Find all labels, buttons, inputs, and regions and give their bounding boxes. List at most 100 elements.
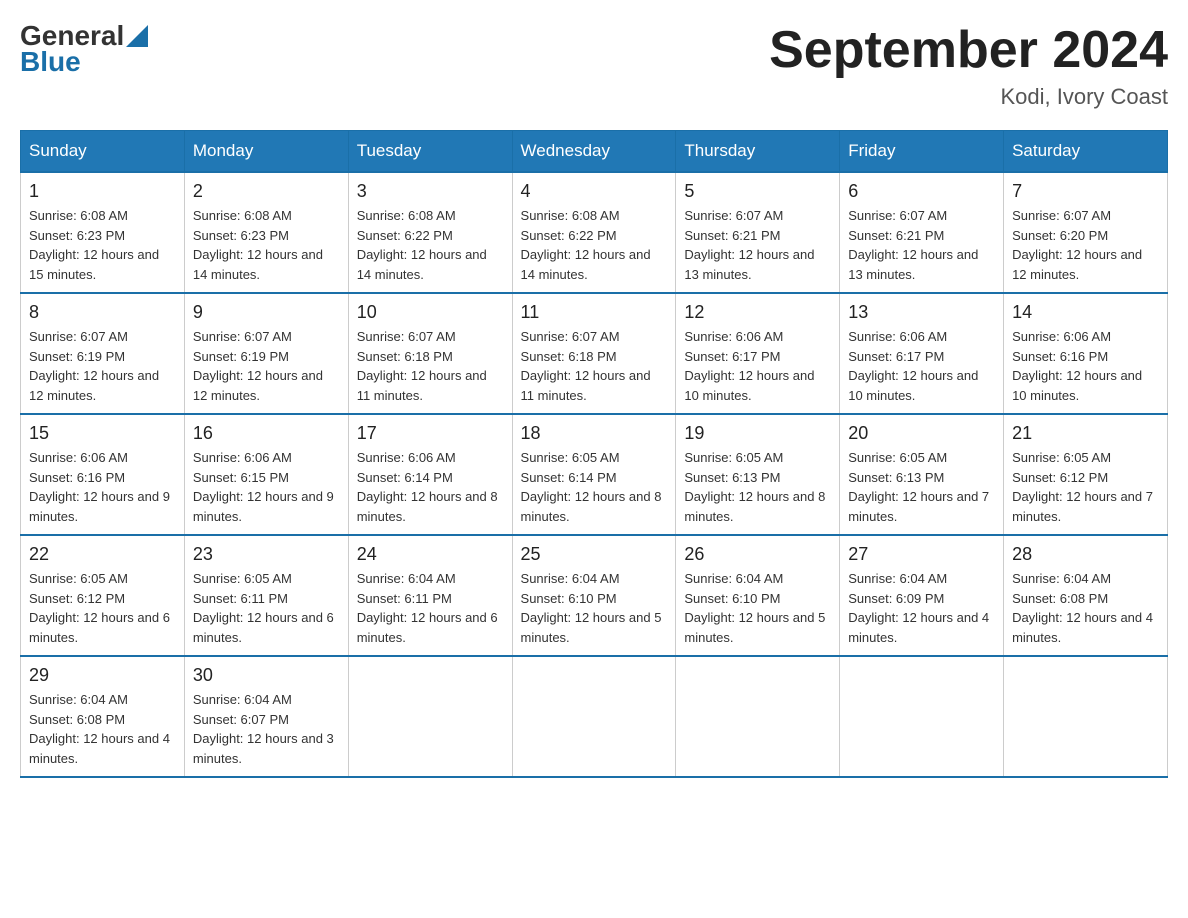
- day-number: 29: [29, 665, 176, 686]
- sunset-label: Sunset: 6:12 PM: [29, 591, 125, 606]
- daylight-label: Daylight: 12 hours and 12 minutes.: [193, 368, 323, 403]
- day-info: Sunrise: 6:05 AM Sunset: 6:13 PM Dayligh…: [684, 448, 831, 526]
- week-row-2: 8 Sunrise: 6:07 AM Sunset: 6:19 PM Dayli…: [21, 293, 1168, 414]
- sunrise-label: Sunrise: 6:07 AM: [29, 329, 128, 344]
- day-info: Sunrise: 6:06 AM Sunset: 6:15 PM Dayligh…: [193, 448, 340, 526]
- daylight-label: Daylight: 12 hours and 11 minutes.: [521, 368, 651, 403]
- day-info: Sunrise: 6:07 AM Sunset: 6:21 PM Dayligh…: [684, 206, 831, 284]
- table-row: 30 Sunrise: 6:04 AM Sunset: 6:07 PM Dayl…: [184, 656, 348, 777]
- week-row-5: 29 Sunrise: 6:04 AM Sunset: 6:08 PM Dayl…: [21, 656, 1168, 777]
- logo: General Blue: [20, 20, 148, 78]
- day-info: Sunrise: 6:04 AM Sunset: 6:08 PM Dayligh…: [1012, 569, 1159, 647]
- sunrise-label: Sunrise: 6:05 AM: [521, 450, 620, 465]
- sunset-label: Sunset: 6:17 PM: [684, 349, 780, 364]
- daylight-label: Daylight: 12 hours and 12 minutes.: [1012, 247, 1142, 282]
- calendar-subtitle: Kodi, Ivory Coast: [769, 84, 1168, 110]
- sunrise-label: Sunrise: 6:06 AM: [29, 450, 128, 465]
- table-row: 25 Sunrise: 6:04 AM Sunset: 6:10 PM Dayl…: [512, 535, 676, 656]
- day-info: Sunrise: 6:04 AM Sunset: 6:11 PM Dayligh…: [357, 569, 504, 647]
- sunset-label: Sunset: 6:16 PM: [29, 470, 125, 485]
- sunrise-label: Sunrise: 6:04 AM: [848, 571, 947, 586]
- day-info: Sunrise: 6:08 AM Sunset: 6:23 PM Dayligh…: [29, 206, 176, 284]
- sunrise-label: Sunrise: 6:05 AM: [848, 450, 947, 465]
- day-number: 25: [521, 544, 668, 565]
- sunset-label: Sunset: 6:08 PM: [1012, 591, 1108, 606]
- sunrise-label: Sunrise: 6:04 AM: [357, 571, 456, 586]
- table-row: 21 Sunrise: 6:05 AM Sunset: 6:12 PM Dayl…: [1004, 414, 1168, 535]
- day-number: 20: [848, 423, 995, 444]
- day-info: Sunrise: 6:05 AM Sunset: 6:14 PM Dayligh…: [521, 448, 668, 526]
- day-info: Sunrise: 6:06 AM Sunset: 6:16 PM Dayligh…: [29, 448, 176, 526]
- daylight-label: Daylight: 12 hours and 12 minutes.: [29, 368, 159, 403]
- day-number: 24: [357, 544, 504, 565]
- header-monday: Monday: [184, 131, 348, 173]
- day-number: 10: [357, 302, 504, 323]
- day-info: Sunrise: 6:08 AM Sunset: 6:22 PM Dayligh…: [357, 206, 504, 284]
- table-row: [840, 656, 1004, 777]
- daylight-label: Daylight: 12 hours and 11 minutes.: [357, 368, 487, 403]
- daylight-label: Daylight: 12 hours and 7 minutes.: [1012, 489, 1153, 524]
- day-number: 19: [684, 423, 831, 444]
- daylight-label: Daylight: 12 hours and 7 minutes.: [848, 489, 989, 524]
- table-row: [512, 656, 676, 777]
- sunset-label: Sunset: 6:15 PM: [193, 470, 289, 485]
- sunrise-label: Sunrise: 6:05 AM: [1012, 450, 1111, 465]
- page-header: General Blue September 2024 Kodi, Ivory …: [20, 20, 1168, 110]
- sunrise-label: Sunrise: 6:04 AM: [521, 571, 620, 586]
- header-tuesday: Tuesday: [348, 131, 512, 173]
- week-row-4: 22 Sunrise: 6:05 AM Sunset: 6:12 PM Dayl…: [21, 535, 1168, 656]
- table-row: 27 Sunrise: 6:04 AM Sunset: 6:09 PM Dayl…: [840, 535, 1004, 656]
- day-info: Sunrise: 6:04 AM Sunset: 6:08 PM Dayligh…: [29, 690, 176, 768]
- daylight-label: Daylight: 12 hours and 14 minutes.: [193, 247, 323, 282]
- day-number: 4: [521, 181, 668, 202]
- sunrise-label: Sunrise: 6:06 AM: [357, 450, 456, 465]
- day-number: 14: [1012, 302, 1159, 323]
- sunset-label: Sunset: 6:10 PM: [684, 591, 780, 606]
- sunset-label: Sunset: 6:19 PM: [29, 349, 125, 364]
- table-row: 11 Sunrise: 6:07 AM Sunset: 6:18 PM Dayl…: [512, 293, 676, 414]
- sunset-label: Sunset: 6:11 PM: [193, 591, 288, 606]
- day-number: 2: [193, 181, 340, 202]
- table-row: 22 Sunrise: 6:05 AM Sunset: 6:12 PM Dayl…: [21, 535, 185, 656]
- sunrise-label: Sunrise: 6:04 AM: [29, 692, 128, 707]
- daylight-label: Daylight: 12 hours and 14 minutes.: [521, 247, 651, 282]
- day-info: Sunrise: 6:05 AM Sunset: 6:11 PM Dayligh…: [193, 569, 340, 647]
- sunset-label: Sunset: 6:14 PM: [521, 470, 617, 485]
- day-info: Sunrise: 6:04 AM Sunset: 6:10 PM Dayligh…: [521, 569, 668, 647]
- daylight-label: Daylight: 12 hours and 4 minutes.: [1012, 610, 1153, 645]
- sunrise-label: Sunrise: 6:06 AM: [848, 329, 947, 344]
- header-thursday: Thursday: [676, 131, 840, 173]
- calendar-table: Sunday Monday Tuesday Wednesday Thursday…: [20, 130, 1168, 778]
- daylight-label: Daylight: 12 hours and 13 minutes.: [848, 247, 978, 282]
- daylight-label: Daylight: 12 hours and 5 minutes.: [684, 610, 825, 645]
- sunrise-label: Sunrise: 6:08 AM: [521, 208, 620, 223]
- day-number: 28: [1012, 544, 1159, 565]
- day-number: 26: [684, 544, 831, 565]
- day-number: 30: [193, 665, 340, 686]
- daylight-label: Daylight: 12 hours and 9 minutes.: [193, 489, 334, 524]
- week-row-1: 1 Sunrise: 6:08 AM Sunset: 6:23 PM Dayli…: [21, 172, 1168, 293]
- daylight-label: Daylight: 12 hours and 6 minutes.: [357, 610, 498, 645]
- table-row: 3 Sunrise: 6:08 AM Sunset: 6:22 PM Dayli…: [348, 172, 512, 293]
- sunset-label: Sunset: 6:23 PM: [29, 228, 125, 243]
- day-number: 16: [193, 423, 340, 444]
- table-row: 28 Sunrise: 6:04 AM Sunset: 6:08 PM Dayl…: [1004, 535, 1168, 656]
- day-info: Sunrise: 6:05 AM Sunset: 6:12 PM Dayligh…: [1012, 448, 1159, 526]
- day-number: 15: [29, 423, 176, 444]
- table-row: 17 Sunrise: 6:06 AM Sunset: 6:14 PM Dayl…: [348, 414, 512, 535]
- table-row: 7 Sunrise: 6:07 AM Sunset: 6:20 PM Dayli…: [1004, 172, 1168, 293]
- daylight-label: Daylight: 12 hours and 10 minutes.: [684, 368, 814, 403]
- table-row: [348, 656, 512, 777]
- table-row: 12 Sunrise: 6:06 AM Sunset: 6:17 PM Dayl…: [676, 293, 840, 414]
- day-number: 6: [848, 181, 995, 202]
- sunrise-label: Sunrise: 6:07 AM: [521, 329, 620, 344]
- table-row: [1004, 656, 1168, 777]
- day-info: Sunrise: 6:04 AM Sunset: 6:07 PM Dayligh…: [193, 690, 340, 768]
- sunset-label: Sunset: 6:18 PM: [521, 349, 617, 364]
- sunset-label: Sunset: 6:16 PM: [1012, 349, 1108, 364]
- sunrise-label: Sunrise: 6:08 AM: [29, 208, 128, 223]
- day-number: 21: [1012, 423, 1159, 444]
- table-row: 23 Sunrise: 6:05 AM Sunset: 6:11 PM Dayl…: [184, 535, 348, 656]
- daylight-label: Daylight: 12 hours and 6 minutes.: [193, 610, 334, 645]
- day-info: Sunrise: 6:06 AM Sunset: 6:16 PM Dayligh…: [1012, 327, 1159, 405]
